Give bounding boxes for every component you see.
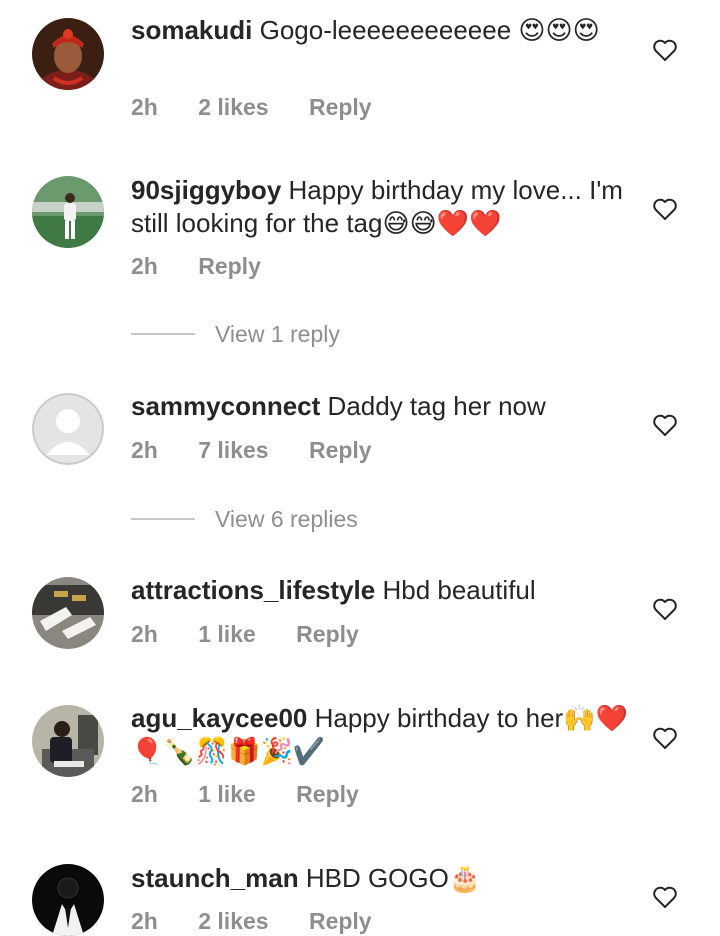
comment-message: Daddy tag her now xyxy=(327,391,546,421)
avatar[interactable] xyxy=(32,705,104,777)
comment-meta: 2h 7 likes Reply xyxy=(131,437,406,464)
username[interactable]: 90sjiggyboy xyxy=(131,175,281,205)
likes-count[interactable]: 7 likes xyxy=(198,437,268,463)
reply-button[interactable]: Reply xyxy=(296,781,359,807)
comment-meta: 2h 2 likes Reply xyxy=(131,908,406,935)
comment-text: staunch_man HBD GOGO🎂 xyxy=(131,862,631,895)
avatar[interactable] xyxy=(32,393,104,465)
comment-message: Gogo-leeeeeeeeeeee xyxy=(259,15,512,45)
reply-button[interactable]: Reply xyxy=(296,621,359,647)
likes-count[interactable]: 2 likes xyxy=(198,94,268,120)
comment-message: Hbd beautiful xyxy=(382,575,536,605)
heart-outline-icon[interactable] xyxy=(652,38,678,62)
view-replies-button[interactable]: View 1 reply xyxy=(131,319,340,349)
comment-message: Happy birthday to her xyxy=(314,703,564,733)
comment-meta: 2h 2 likes Reply xyxy=(131,94,406,121)
view-replies-label: View 1 reply xyxy=(215,320,340,347)
comment-body: sammyconnect Daddy tag her now xyxy=(131,390,631,423)
comment-text: sammyconnect Daddy tag her now xyxy=(131,390,631,423)
comment-meta: 2h 1 like Reply xyxy=(131,781,393,808)
heart-outline-icon[interactable] xyxy=(652,597,678,621)
comment-body: staunch_man HBD GOGO🎂 xyxy=(131,862,631,895)
username[interactable]: agu_kaycee00 xyxy=(131,703,307,733)
comment-body: 90sjiggyboy Happy birthday my love... I'… xyxy=(131,174,631,240)
comment-body: somakudi Gogo-leeeeeeeeeeee 😍😍😍 xyxy=(131,14,631,47)
comment-text: agu_kaycee00 Happy birthday to her🙌❤️🎈🍾🎊… xyxy=(131,702,631,768)
likes-count[interactable]: 2 likes xyxy=(198,908,268,934)
comment-body: attractions_lifestyle Hbd beautiful xyxy=(131,574,631,607)
avatar[interactable] xyxy=(32,864,104,936)
emoji-group: 🎂 xyxy=(448,864,482,894)
view-replies-button[interactable]: View 6 replies xyxy=(131,504,358,534)
reply-button[interactable]: Reply xyxy=(309,94,372,120)
username[interactable]: attractions_lifestyle xyxy=(131,575,375,605)
timestamp: 2h xyxy=(131,908,158,934)
timestamp: 2h xyxy=(131,621,158,647)
emoji-group: 😍😍😍 xyxy=(518,16,600,46)
likes-count[interactable]: 1 like xyxy=(198,621,256,647)
view-replies-label: View 6 replies xyxy=(215,505,358,532)
timestamp: 2h xyxy=(131,253,158,279)
emoji-group: 😅😅❤️❤️ xyxy=(382,209,502,239)
heart-outline-icon[interactable] xyxy=(652,885,678,909)
reply-button[interactable]: Reply xyxy=(309,437,372,463)
comment-meta: 2h 1 like Reply xyxy=(131,621,393,648)
heart-outline-icon[interactable] xyxy=(652,726,678,750)
replies-divider xyxy=(131,518,195,520)
likes-count[interactable]: 1 like xyxy=(198,781,256,807)
timestamp: 2h xyxy=(131,437,158,463)
reply-button[interactable]: Reply xyxy=(198,253,261,279)
comment-text: attractions_lifestyle Hbd beautiful xyxy=(131,574,631,607)
username[interactable]: staunch_man xyxy=(131,863,299,893)
comment-message: HBD GOGO xyxy=(305,863,449,893)
replies-divider xyxy=(131,333,195,335)
username[interactable]: sammyconnect xyxy=(131,391,320,421)
comment-body: agu_kaycee00 Happy birthday to her🙌❤️🎈🍾🎊… xyxy=(131,702,631,768)
heart-outline-icon[interactable] xyxy=(652,413,678,437)
timestamp: 2h xyxy=(131,781,158,807)
avatar[interactable] xyxy=(32,577,104,649)
reply-button[interactable]: Reply xyxy=(309,908,372,934)
avatar[interactable] xyxy=(32,176,104,248)
comment-text: 90sjiggyboy Happy birthday my love... I'… xyxy=(131,174,631,240)
timestamp: 2h xyxy=(131,94,158,120)
avatar[interactable] xyxy=(32,18,104,90)
username[interactable]: somakudi xyxy=(131,15,252,45)
heart-outline-icon[interactable] xyxy=(652,197,678,221)
comment-meta: 2h Reply xyxy=(131,253,295,280)
comment-text: somakudi Gogo-leeeeeeeeeeee 😍😍😍 xyxy=(131,14,631,47)
